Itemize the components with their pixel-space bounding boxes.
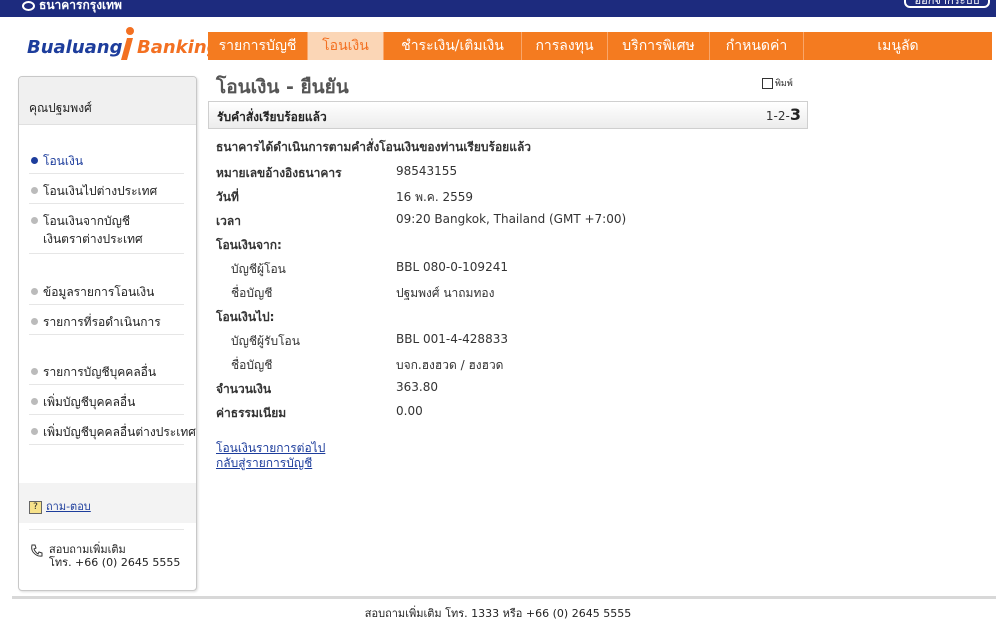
sidebar-item-pending[interactable]: รายการที่รอดำเนินการ — [19, 313, 161, 332]
status-text: รับคำสั่งเรียบร้อยแล้ว — [217, 110, 327, 124]
current-step: 3 — [789, 105, 801, 124]
phone-icon — [31, 544, 43, 557]
top-strip: ธนาคารกรุงเทพ ออกจากระบบ — [0, 0, 996, 17]
bullet-icon — [31, 368, 38, 375]
nav-investment[interactable]: การลงทุน — [522, 32, 608, 60]
from-account-value: BBL 080-0-109241 — [396, 260, 508, 274]
back-to-accounts-link[interactable]: กลับสู่รายการบัญชี — [216, 456, 325, 471]
sidebar-item-third-party-list[interactable]: รายการบัญชีบุคคลอื่น — [19, 363, 156, 382]
faq-label[interactable]: ถาม-ตอบ — [46, 500, 91, 513]
nav-settings[interactable]: กำหนดค่า — [710, 32, 804, 60]
sidebar-item-add-international-third-party[interactable]: เพิ่มบัญชีบุคคลอื่นต่างประเทศ — [19, 423, 196, 442]
bullet-icon — [31, 157, 38, 164]
sidebar-item-transfer[interactable]: โอนเงิน — [19, 152, 83, 171]
divider — [29, 529, 184, 530]
faq-link[interactable]: ? ถาม-ตอบ — [29, 497, 91, 515]
divider — [29, 334, 184, 335]
sidebar-item-international-transfer[interactable]: โอนเงินไปต่างประเทศ — [19, 182, 157, 201]
sidebar-contact: สอบถามเพิ่มเติม โทร. +66 (0) 2645 5555 — [29, 543, 180, 569]
to-name-label: ชื่อบัญชี — [231, 358, 273, 372]
from-header: โอนเงินจาก: — [216, 238, 282, 252]
steps-prefix: 1-2- — [765, 109, 790, 123]
to-account-label: บัญชีผู้รับโอน — [231, 334, 300, 348]
step-indicator: 1-2-3 — [766, 105, 801, 124]
divider — [29, 304, 184, 305]
sidebar-item-label: รายการบัญชีบุคคลอื่น — [43, 365, 157, 379]
bullet-icon — [31, 288, 38, 295]
from-account-label: บัญชีผู้โอน — [231, 262, 286, 276]
ref-value: 98543155 — [396, 164, 458, 178]
amount-label: จำนวนเงิน — [216, 382, 272, 396]
date-value: 16 พ.ค. 2559 — [396, 190, 474, 204]
ref-label: หมายเลขอ้างอิงธนาคาร — [216, 166, 342, 180]
logo-text-bualuang: Bualuang — [27, 37, 123, 58]
sidebar-item-label: โอนเงินจากบัญชี — [43, 214, 131, 228]
sidebar-item-transfer-info[interactable]: ข้อมูลรายการโอนเงิน — [19, 283, 154, 302]
from-name-label: ชื่อบัญชี — [231, 286, 273, 300]
divider — [29, 203, 184, 204]
bullet-icon — [31, 217, 38, 224]
sidebar-item-fcd-transfer[interactable]: โอนเงินจากบัญชีเงินตราต่างประเทศ — [19, 212, 143, 248]
sidebar-item-label: โอนเงินไปต่างประเทศ — [43, 184, 158, 198]
sidebar-item-label: เพิ่มบัญชีบุคคลอื่น — [43, 395, 136, 409]
confirmation-message: ธนาคารได้ดำเนินการตามคำสั่งโอนเงินของท่า… — [216, 140, 532, 154]
amount-value: 363.80 — [396, 380, 438, 394]
bualuang-ibanking-logo[interactable]: Bualuang Banking — [27, 26, 220, 62]
divider — [29, 384, 184, 385]
bullet-icon — [31, 398, 38, 405]
sidebar-item-label-line2: เงินตราต่างประเทศ — [43, 232, 143, 246]
to-name-value: บจก.ฮงฮวด / ฮงฮวด — [396, 358, 504, 372]
divider — [29, 414, 184, 415]
nav-transfer[interactable]: โอนเงิน — [308, 32, 384, 60]
sidebar-item-label: โอนเงิน — [43, 154, 84, 168]
sidebar-item-label: รายการที่รอดำเนินการ — [43, 315, 161, 329]
fee-value: 0.00 — [396, 404, 423, 418]
bank-brand-text: ธนาคารกรุงเทพ — [39, 0, 122, 12]
print-button[interactable]: พิมพ์ — [762, 76, 793, 90]
to-account-value: BBL 001-4-428833 — [396, 332, 508, 346]
logout-button[interactable]: ออกจากระบบ — [904, 0, 990, 8]
bullet-icon — [31, 318, 38, 325]
action-links: โอนเงินรายการต่อไป กลับสู่รายการบัญชี — [216, 441, 325, 471]
divider — [29, 173, 184, 174]
print-label: พิมพ์ — [775, 79, 793, 89]
from-name-value: ปฐมพงศ์ นาถมทอง — [396, 286, 495, 300]
footer-contact: สอบถามเพิ่มเติม โทร. 1333 หรือ +66 (0) 2… — [364, 607, 632, 620]
main-nav: รายการบัญชี โอนเงิน ชำระเงิน/เติมเงิน กา… — [208, 32, 992, 60]
printer-icon — [762, 78, 773, 89]
nav-accounts[interactable]: รายการบัญชี — [208, 32, 308, 60]
to-header: โอนเงินไป: — [216, 310, 275, 324]
time-label: เวลา — [216, 214, 241, 228]
divider — [29, 253, 184, 254]
nav-shortcut-menu[interactable]: เมนูลัด — [804, 32, 992, 60]
time-value: 09:20 Bangkok, Thailand (GMT +7:00) — [396, 212, 627, 226]
nav-payment-topup[interactable]: ชำระเงิน/เติมเงิน — [384, 32, 522, 60]
sidebar-user-name: คุณปฐมพงศ์ — [19, 77, 196, 125]
sidebar: คุณปฐมพงศ์ โอนเงิน โอนเงินไปต่างประเทศ โ… — [18, 76, 197, 591]
sidebar-item-label: เพิ่มบัญชีบุคคลอื่นต่างประเทศ — [43, 425, 196, 439]
sidebar-item-add-third-party[interactable]: เพิ่มบัญชีบุคคลอื่น — [19, 393, 135, 412]
status-step-bar: รับคำสั่งเรียบร้อยแล้ว 1-2-3 — [208, 101, 808, 129]
help-icon: ? — [29, 500, 42, 514]
fee-label: ค่าธรรมเนียม — [216, 406, 287, 420]
nav-special-services[interactable]: บริการพิเศษ — [608, 32, 710, 60]
sidebar-item-label: ข้อมูลรายการโอนเงิน — [43, 285, 155, 299]
date-label: วันที่ — [216, 190, 239, 204]
bullet-icon — [31, 187, 38, 194]
next-transfer-link[interactable]: โอนเงินรายการต่อไป — [216, 441, 325, 456]
bank-logo-icon — [22, 0, 35, 11]
divider — [29, 444, 184, 445]
content-bottom-border — [12, 596, 996, 599]
logo-i-mark-icon — [121, 27, 134, 60]
bank-brand: ธนาคารกรุงเทพ — [22, 0, 122, 15]
contact-line1: สอบถามเพิ่มเติม — [49, 543, 126, 556]
bullet-icon — [31, 428, 38, 435]
contact-phone: โทร. +66 (0) 2645 5555 — [49, 556, 181, 569]
page-title: โอนเงิน - ยืนยัน — [216, 76, 349, 98]
